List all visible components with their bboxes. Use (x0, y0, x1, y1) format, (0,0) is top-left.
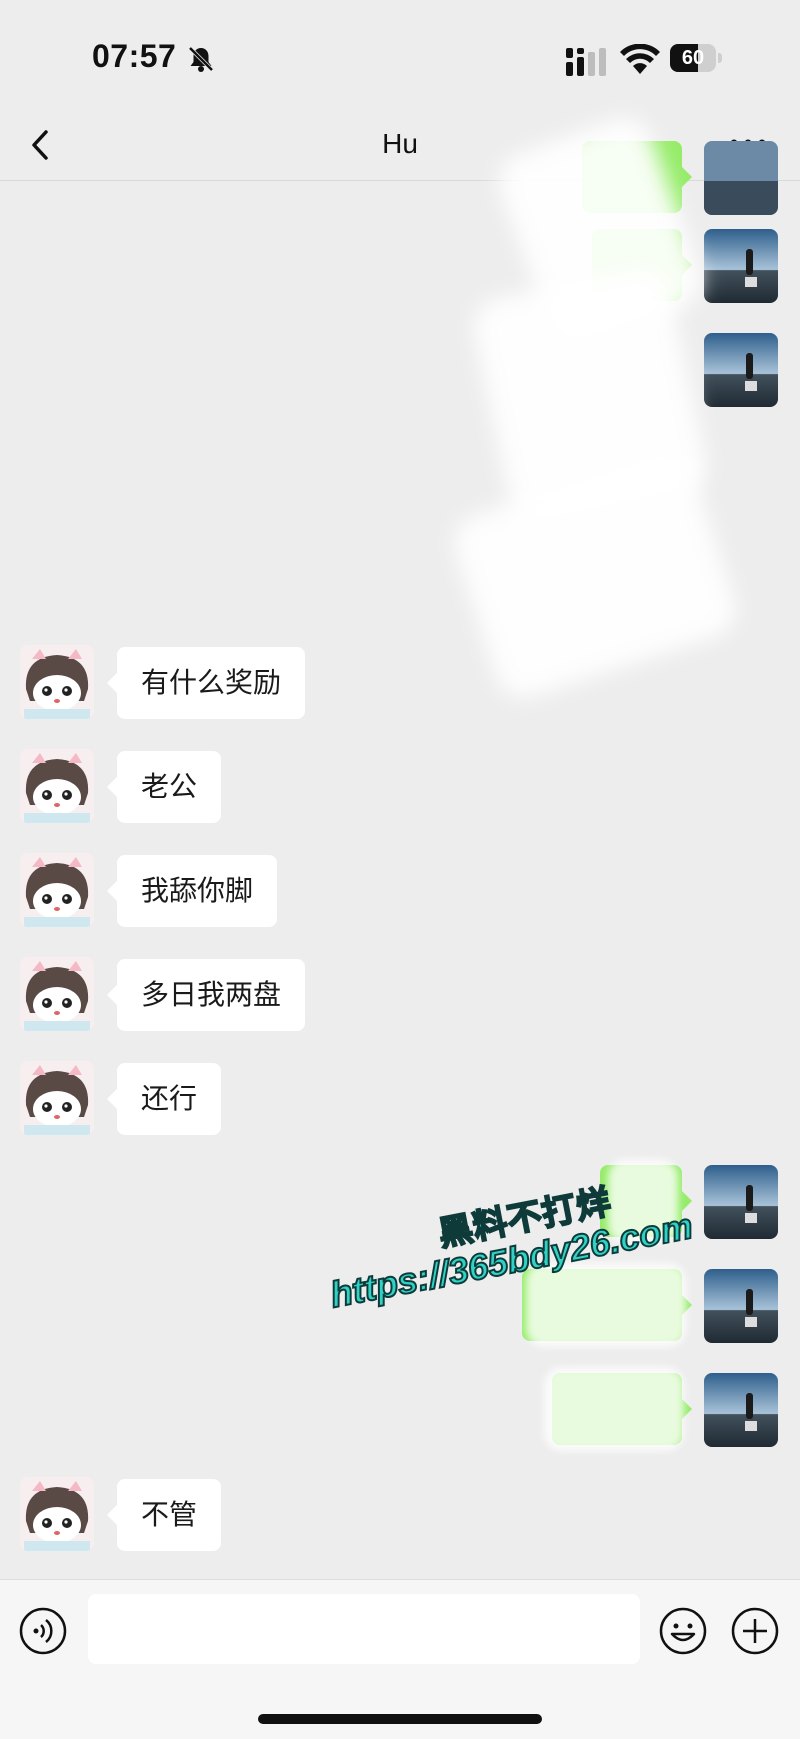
cartoon-girl-avatar (20, 749, 94, 823)
cellular-signal-icon (566, 48, 606, 76)
message-bubble[interactable]: 有什么奖励 (106, 647, 306, 719)
emoji-icon[interactable] (658, 1606, 708, 1656)
my-avatar[interactable] (704, 1373, 778, 1447)
contact-avatar[interactable] (20, 957, 94, 1031)
outgoing-message (578, 1159, 778, 1243)
battery-level: 60 (681, 47, 705, 69)
cartoon-girl-avatar (20, 853, 94, 927)
cartoon-girl-avatar (20, 1477, 94, 1551)
message-list[interactable]: 有什么奖励 老公 我舔你脚 多日我两盘 还行 不管 (0, 109, 800, 1579)
message-bubble[interactable]: 还行 (106, 1063, 222, 1135)
cartoon-girl-avatar (20, 957, 94, 1031)
cartoon-girl-avatar (20, 1061, 94, 1135)
contact-avatar[interactable] (20, 645, 94, 719)
message-input[interactable] (88, 1594, 640, 1664)
my-avatar[interactable] (704, 1269, 778, 1343)
contact-avatar[interactable] (20, 749, 94, 823)
outgoing-message (538, 1367, 778, 1451)
voice-icon[interactable] (18, 1606, 68, 1656)
home-indicator[interactable] (258, 1714, 542, 1724)
status-bar: 07:57 60 (0, 0, 800, 110)
contact-avatar[interactable] (20, 853, 94, 927)
avatar-photo (704, 141, 778, 215)
my-avatar[interactable] (704, 333, 778, 407)
my-avatar[interactable] (704, 141, 778, 215)
message-bubble[interactable]: 老公 (106, 751, 222, 823)
message-bubble[interactable]: 我舔你脚 (106, 855, 278, 927)
outgoing-message (518, 1263, 778, 1347)
input-bar (0, 1579, 800, 1739)
plus-icon[interactable] (730, 1606, 780, 1656)
bell-muted-icon (187, 45, 215, 73)
wifi-icon (620, 44, 660, 74)
message-bubble[interactable]: 多日我两盘 (106, 959, 306, 1031)
redaction-scribble (446, 447, 744, 705)
contact-avatar[interactable] (20, 1061, 94, 1135)
cartoon-girl-avatar (20, 645, 94, 719)
battery-icon: 60 (670, 44, 724, 74)
my-avatar[interactable] (704, 1165, 778, 1239)
avatar-photo (704, 229, 778, 303)
avatar-photo (704, 1373, 778, 1447)
avatar-photo (704, 1165, 778, 1239)
redaction-smudge (526, 1263, 686, 1347)
status-time: 07:57 (92, 38, 177, 74)
my-avatar[interactable] (704, 229, 778, 303)
contact-avatar[interactable] (20, 1477, 94, 1551)
redaction-smudge (608, 1159, 678, 1243)
avatar-photo (704, 333, 778, 407)
message-bubble[interactable]: 不管 (106, 1479, 222, 1551)
redaction-smudge (544, 1367, 684, 1451)
avatar-photo (704, 1269, 778, 1343)
